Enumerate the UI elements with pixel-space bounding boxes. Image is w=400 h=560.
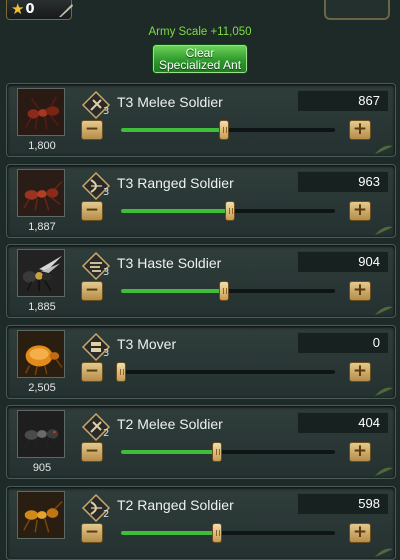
unit-portrait (17, 169, 65, 217)
increase-button[interactable]: + (349, 523, 371, 543)
quantity-slider[interactable] (116, 362, 335, 382)
decrease-button[interactable]: − (81, 362, 103, 382)
slider-handle[interactable] (218, 120, 229, 140)
slider-fill (121, 289, 224, 293)
increase-button[interactable]: + (349, 201, 371, 221)
unit-card: 1,800 3 T3 Melee Soldier 867 − + (6, 83, 396, 157)
quantity-slider[interactable] (121, 442, 335, 462)
quantity-slider[interactable] (121, 120, 335, 140)
unit-portrait (17, 88, 65, 136)
unit-card: 905 2 T2 Melee Soldier 404 − + (6, 405, 396, 479)
quantity-input[interactable]: 0 (297, 332, 389, 354)
slider-fill (121, 128, 224, 132)
quantity-input[interactable]: 598 (297, 493, 389, 515)
unit-portrait (17, 491, 65, 539)
unit-count: 1,800 (28, 140, 56, 152)
unit-portrait (17, 410, 65, 458)
slider-fill (121, 450, 218, 454)
decrease-button[interactable]: − (81, 281, 103, 301)
top-bar: ★ 0 (0, 0, 400, 22)
unit-name: T2 Melee Soldier (117, 416, 223, 432)
quantity-input[interactable]: 963 (297, 171, 389, 193)
tier-number: 3 (103, 187, 110, 198)
clear-specialized-ant-button[interactable]: Clear Specialized Ant (152, 44, 248, 74)
slider-fill (121, 209, 231, 213)
tier-number: 3 (103, 106, 110, 117)
quantity-input[interactable]: 904 (297, 251, 389, 273)
unit-name: T3 Haste Soldier (117, 255, 222, 271)
army-scale-label: Army Scale +11,050 (148, 26, 252, 38)
increase-button[interactable]: + (349, 120, 371, 140)
top-right-panel[interactable] (324, 0, 390, 20)
unit-name: T3 Ranged Soldier (117, 175, 234, 191)
quantity-input[interactable]: 867 (297, 90, 389, 112)
decrease-button[interactable]: − (81, 201, 103, 221)
leaf-decoration-icon (375, 306, 393, 315)
unit-count: 2,505 (28, 382, 56, 394)
quantity-slider[interactable] (121, 281, 335, 301)
unit-card: 1,885 3 T3 Haste Soldier 904 − + (6, 244, 396, 318)
quantity-slider[interactable] (121, 523, 335, 543)
unit-count: 1,887 (28, 221, 56, 233)
star-count: 0 (25, 2, 35, 17)
quill-icon (59, 4, 73, 17)
unit-portrait (17, 330, 65, 378)
tier-number: 2 (103, 428, 110, 439)
leaf-decoration-icon (375, 548, 393, 557)
slider-handle[interactable] (212, 442, 223, 462)
unit-portrait (17, 249, 65, 297)
unit-card: 2 T2 Ranged Soldier 598 − + (6, 486, 396, 560)
increase-button[interactable]: + (349, 442, 371, 462)
tier-number: 2 (103, 509, 110, 520)
slider-handle[interactable] (212, 523, 223, 543)
slider-handle[interactable] (116, 362, 126, 382)
tier-number: 3 (103, 348, 110, 359)
leaf-decoration-icon (375, 145, 393, 154)
decrease-button[interactable]: − (81, 523, 103, 543)
unit-card: 2,505 3 T3 Mover 0 − + (6, 325, 396, 399)
quantity-input[interactable]: 404 (297, 412, 389, 434)
tier-number: 3 (103, 267, 110, 278)
star-badge[interactable]: ★ 0 (6, 0, 73, 20)
unit-name: T3 Mover (117, 336, 177, 352)
increase-button[interactable]: + (349, 362, 371, 382)
leaf-decoration-icon (375, 467, 393, 476)
leaf-decoration-icon (375, 226, 393, 235)
unit-name: T3 Melee Soldier (117, 94, 223, 110)
decrease-button[interactable]: − (81, 120, 103, 140)
leaf-decoration-icon (375, 387, 393, 396)
unit-count: 1,885 (28, 301, 56, 313)
unit-card: 1,887 3 T3 Ranged Soldier 963 − + (6, 164, 396, 238)
unit-count: 905 (32, 462, 52, 474)
slider-fill (121, 531, 218, 535)
slider-handle[interactable] (225, 201, 236, 221)
quantity-slider[interactable] (121, 201, 335, 221)
decrease-button[interactable]: − (81, 442, 103, 462)
increase-button[interactable]: + (349, 281, 371, 301)
unit-name: T2 Ranged Soldier (117, 497, 234, 513)
star-icon: ★ (11, 0, 25, 18)
slider-handle[interactable] (218, 281, 229, 301)
